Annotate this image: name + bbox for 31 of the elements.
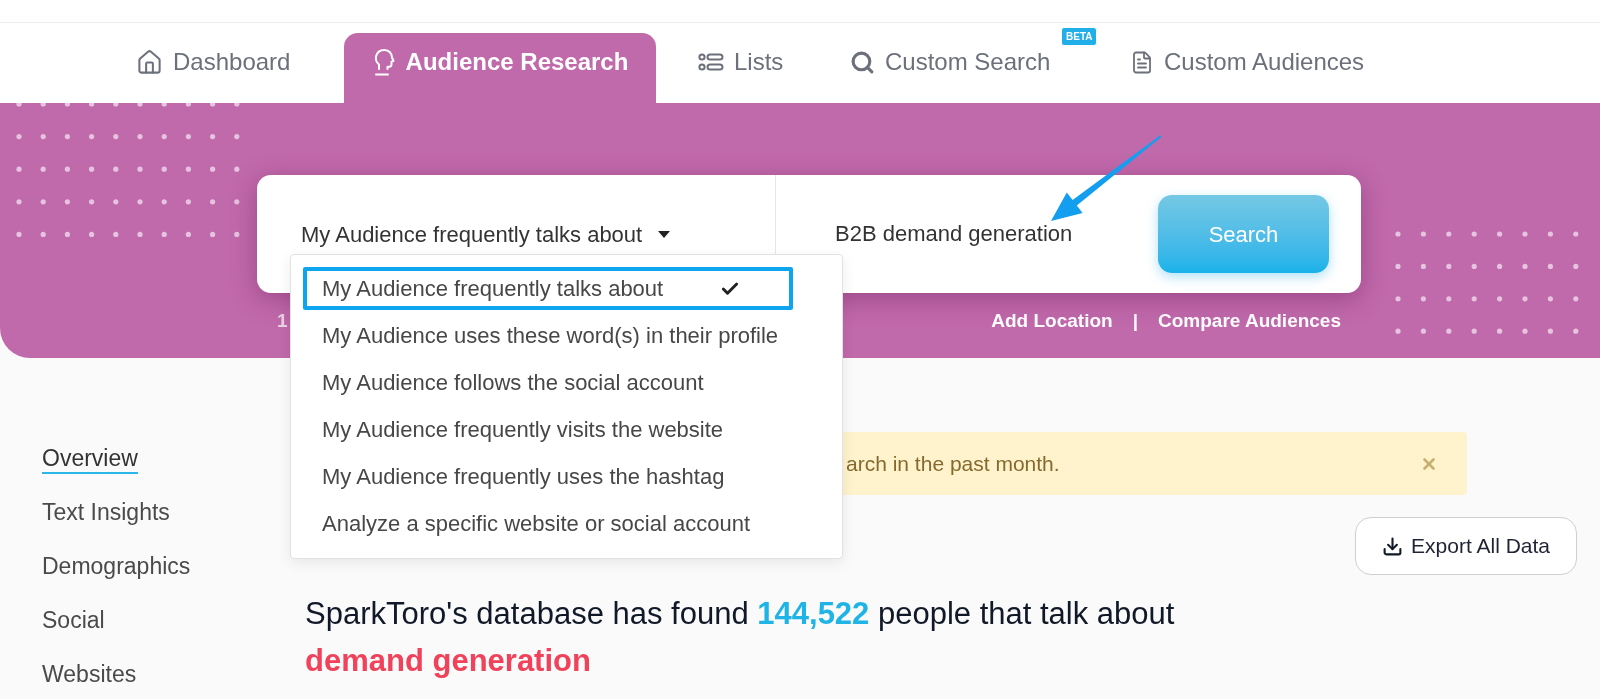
search-input[interactable]: B2B demand generation <box>835 214 1138 254</box>
download-icon <box>1382 535 1404 557</box>
search-type-dropdown[interactable]: My Audience frequently talks about <box>301 217 671 251</box>
summary-text: SparkToro's database has found 144,522 people that talk about demand generation <box>305 595 1176 680</box>
nav-tab[interactable]: Lists <box>698 33 787 103</box>
dropdown-option[interactable]: My Audience follows the social account <box>303 361 793 404</box>
sidebar-link[interactable]: Overview <box>42 444 138 474</box>
sidebar-link[interactable]: Websites <box>42 660 137 690</box>
sidebar-link[interactable]: Text Insights <box>42 498 170 528</box>
sidebar-link[interactable]: Demographics <box>42 552 191 582</box>
dropdown-option[interactable]: My Audience frequently uses the hashtag <box>303 455 793 498</box>
dropdown-option[interactable]: Analyze a specific website or social account <box>303 502 793 545</box>
sidebar-link[interactable]: Social <box>42 606 105 636</box>
number-text: 1 <box>277 309 288 333</box>
compare-audiences-link[interactable]: Compare Audiences <box>1158 307 1341 336</box>
export-button[interactable]: Export All Data <box>1355 517 1577 575</box>
nav-tab[interactable]: Custom Search <box>850 33 1063 103</box>
separator: | <box>1132 309 1138 333</box>
nav-tab[interactable]: Audience Research <box>344 33 656 103</box>
add-location-link[interactable]: Add Location <box>991 307 1113 336</box>
dropdown-option[interactable]: My Audience frequently talks about <box>303 267 793 310</box>
list-icon <box>698 52 724 72</box>
dropdown-option[interactable]: My Audience uses these word(s) in their profile <box>303 314 793 357</box>
dropdown-option[interactable]: My Audience frequently visits the website <box>303 408 793 451</box>
nav-tab[interactable]: Custom Audiences <box>1130 33 1385 103</box>
caret-icon <box>658 230 671 238</box>
alert-text: arch in the past month. <box>846 450 1060 477</box>
search-icon <box>850 49 875 75</box>
house-icon <box>136 48 163 76</box>
nav-tab[interactable]: Dashboard <box>136 33 302 103</box>
beta-badge: BETA <box>1061 27 1098 46</box>
